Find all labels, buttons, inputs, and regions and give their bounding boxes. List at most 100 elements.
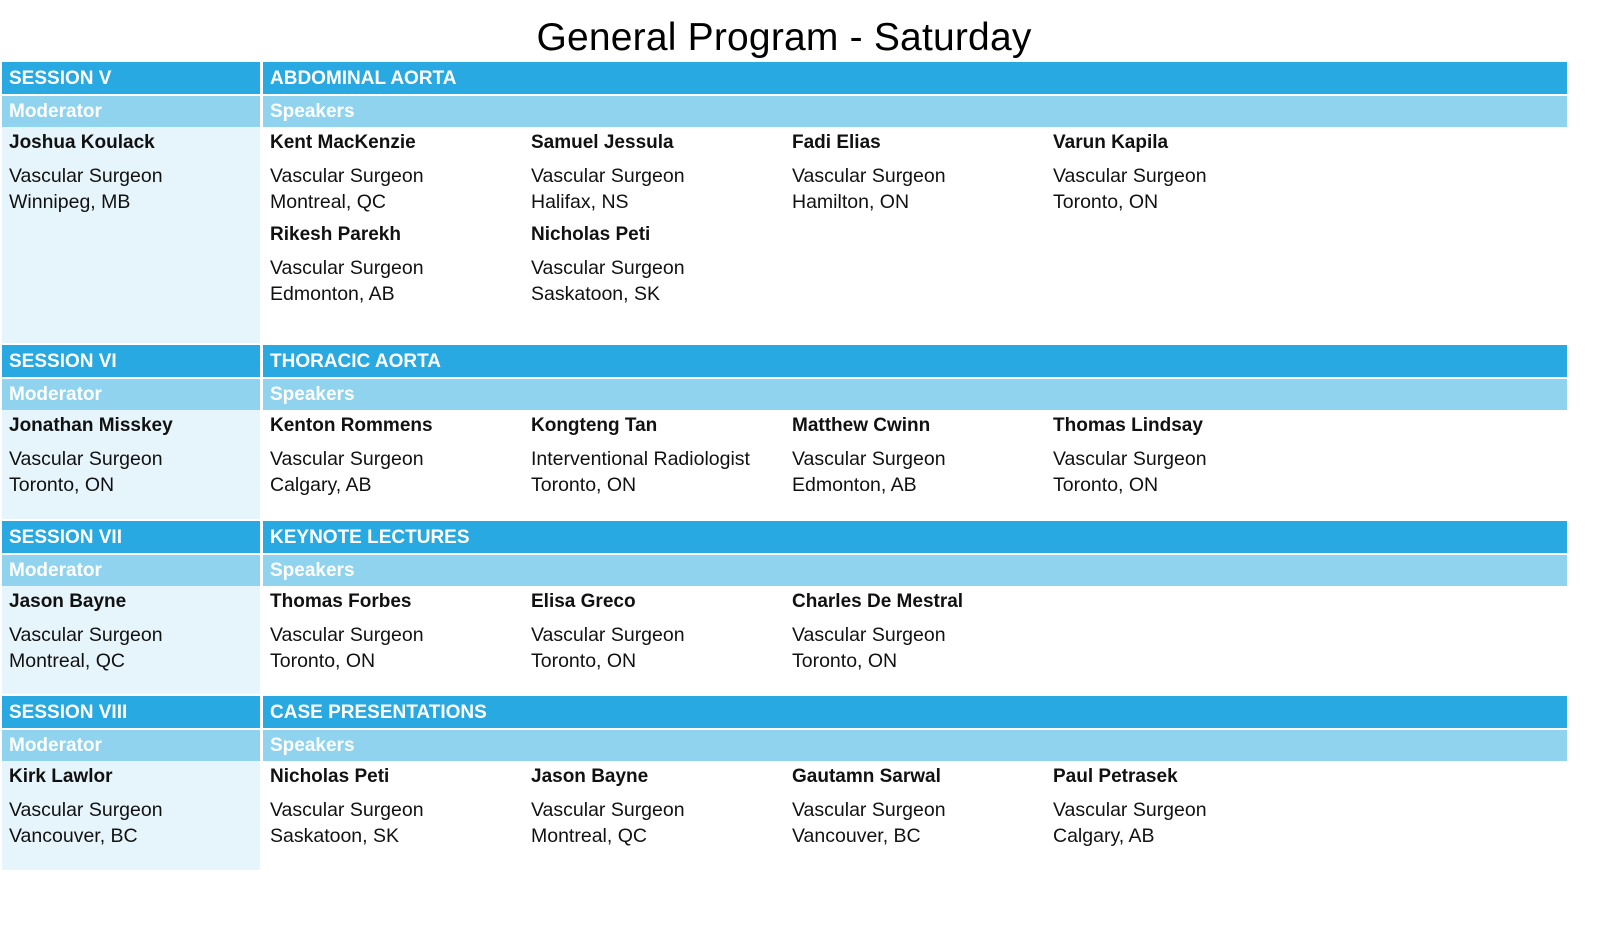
moderator-card: Joshua Koulack Vascular Surgeon Winnipeg… [2,127,260,343]
session-topic: CASE PRESENTATIONS [263,696,1567,728]
speaker-name: Thomas Lindsay [1053,415,1203,436]
speaker-card: Rikesh Parekh Vascular Surgeon Edmonton,… [270,223,531,307]
speaker-card: Thomas Forbes Vascular Surgeon Toronto, … [270,590,531,674]
speaker-location: Halifax, NS [531,191,629,213]
moderator-name: Jason Bayne [9,591,127,612]
session-label: SESSION VIII [2,696,260,728]
speakers-list: Kent MacKenzie Vascular Surgeon Montreal… [263,127,1567,343]
speaker-card: Thomas Lindsay Vascular Surgeon Toronto,… [1053,414,1314,498]
moderator-location: Vancouver, BC [9,825,138,847]
page-title: General Program - Saturday [536,16,1032,59]
speaker-name: Matthew Cwinn [792,415,931,436]
speaker-name: Rikesh Parekh [270,224,401,245]
session-block: SESSION VI THORACIC AORTA Moderator Spea… [2,345,1567,519]
speakers-list: Nicholas Peti Vascular Surgeon Saskatoon… [263,761,1567,870]
speaker-location: Edmonton, AB [270,283,395,305]
speaker-role: Vascular Surgeon [531,257,685,279]
speaker-location: Vancouver, BC [792,825,921,847]
session-body-row: Kirk Lawlor Vascular Surgeon Vancouver, … [2,761,1567,870]
speaker-location: Toronto, ON [1053,474,1159,496]
speaker-card: Nicholas Peti Vascular Surgeon Saskatoon… [531,223,792,307]
speakers-list: Thomas Forbes Vascular Surgeon Toronto, … [263,586,1567,694]
speaker-location: Calgary, AB [1053,825,1155,847]
session-subheader-row: Moderator Speakers [2,730,1567,761]
session-body-row: Joshua Koulack Vascular Surgeon Winnipeg… [2,127,1567,343]
speaker-name: Kent MacKenzie [270,132,416,153]
speaker-name: Samuel Jessula [531,132,674,153]
moderator-location: Toronto, ON [9,474,115,496]
speaker-location: Montreal, QC [531,825,647,847]
speaker-card: Elisa Greco Vascular Surgeon Toronto, ON [531,590,792,674]
speaker-card: Matthew Cwinn Vascular Surgeon Edmonton,… [792,414,1053,498]
moderator-role: Vascular Surgeon [9,624,163,646]
moderator-card: Jonathan Misskey Vascular Surgeon Toront… [2,410,260,519]
speaker-card: Nicholas Peti Vascular Surgeon Saskatoon… [270,765,531,849]
speaker-role: Vascular Surgeon [792,799,946,821]
moderator-header: Moderator [2,379,260,410]
moderator-location: Winnipeg, MB [9,191,131,213]
moderator-card: Kirk Lawlor Vascular Surgeon Vancouver, … [2,761,260,870]
speakers-header: Speakers [263,379,1567,410]
speaker-role: Vascular Surgeon [1053,165,1207,187]
session-label: SESSION VI [2,345,260,377]
speakers-header: Speakers [263,555,1567,586]
session-header-row: SESSION VIII CASE PRESENTATIONS [2,696,1567,728]
program-table: SESSION V ABDOMINAL AORTA Moderator Spea… [2,62,1567,872]
moderator-name: Joshua Koulack [9,132,155,153]
speaker-name: Paul Petrasek [1053,766,1178,787]
speaker-location: Toronto, ON [531,474,637,496]
moderator-header: Moderator [2,730,260,761]
speaker-role: Vascular Surgeon [792,165,946,187]
speakers-list: Kenton Rommens Vascular Surgeon Calgary,… [263,410,1567,519]
speaker-name: Thomas Forbes [270,591,412,612]
speaker-card: Samuel Jessula Vascular Surgeon Halifax,… [531,131,792,215]
session-header-row: SESSION VI THORACIC AORTA [2,345,1567,377]
speaker-name: Jason Bayne [531,766,649,787]
moderator-location: Montreal, QC [9,650,125,672]
session-subheader-row: Moderator Speakers [2,96,1567,127]
session-block: SESSION VIII CASE PRESENTATIONS Moderato… [2,696,1567,870]
session-block: SESSION VII KEYNOTE LECTURES Moderator S… [2,521,1567,694]
session-body-row: Jonathan Misskey Vascular Surgeon Toront… [2,410,1567,519]
speaker-card: Gautamn Sarwal Vascular Surgeon Vancouve… [792,765,1053,849]
speaker-location: Toronto, ON [270,650,376,672]
speaker-role: Vascular Surgeon [270,448,424,470]
speaker-role: Vascular Surgeon [270,799,424,821]
speaker-name: Varun Kapila [1053,132,1169,153]
speaker-card: Varun Kapila Vascular Surgeon Toronto, O… [1053,131,1314,215]
speaker-location: Hamilton, ON [792,191,910,213]
speaker-card: Kongteng Tan Interventional Radiologist … [531,414,792,498]
speaker-card: Charles De Mestral Vascular Surgeon Toro… [792,590,1053,674]
speakers-header: Speakers [263,730,1567,761]
speaker-role: Vascular Surgeon [531,165,685,187]
speaker-role: Vascular Surgeon [270,165,424,187]
speaker-location: Toronto, ON [1053,191,1159,213]
speaker-name: Fadi Elias [792,132,881,153]
speaker-role: Vascular Surgeon [1053,799,1207,821]
session-header-row: SESSION VII KEYNOTE LECTURES [2,521,1567,553]
moderator-header: Moderator [2,555,260,586]
speaker-location: Toronto, ON [792,650,898,672]
session-subheader-row: Moderator Speakers [2,555,1567,586]
speaker-name: Elisa Greco [531,591,636,612]
moderator-name: Kirk Lawlor [9,766,113,787]
speaker-name: Nicholas Peti [270,766,390,787]
speaker-name: Kongteng Tan [531,415,658,436]
speaker-role: Vascular Surgeon [531,624,685,646]
speaker-card: Kent MacKenzie Vascular Surgeon Montreal… [270,131,531,215]
speaker-location: Calgary, AB [270,474,372,496]
speaker-location: Edmonton, AB [792,474,917,496]
speaker-role: Vascular Surgeon [270,624,424,646]
session-body-row: Jason Bayne Vascular Surgeon Montreal, Q… [2,586,1567,694]
speaker-location: Saskatoon, SK [270,825,399,847]
speaker-location: Saskatoon, SK [531,283,660,305]
session-topic: KEYNOTE LECTURES [263,521,1567,553]
moderator-header: Moderator [2,96,260,127]
speaker-role: Vascular Surgeon [792,624,946,646]
session-block: SESSION V ABDOMINAL AORTA Moderator Spea… [2,62,1567,343]
speaker-card: Kenton Rommens Vascular Surgeon Calgary,… [270,414,531,498]
speaker-card: Jason Bayne Vascular Surgeon Montreal, Q… [531,765,792,849]
speaker-name: Gautamn Sarwal [792,766,941,787]
speaker-role: Vascular Surgeon [270,257,424,279]
speaker-role: Interventional Radiologist [531,448,750,470]
